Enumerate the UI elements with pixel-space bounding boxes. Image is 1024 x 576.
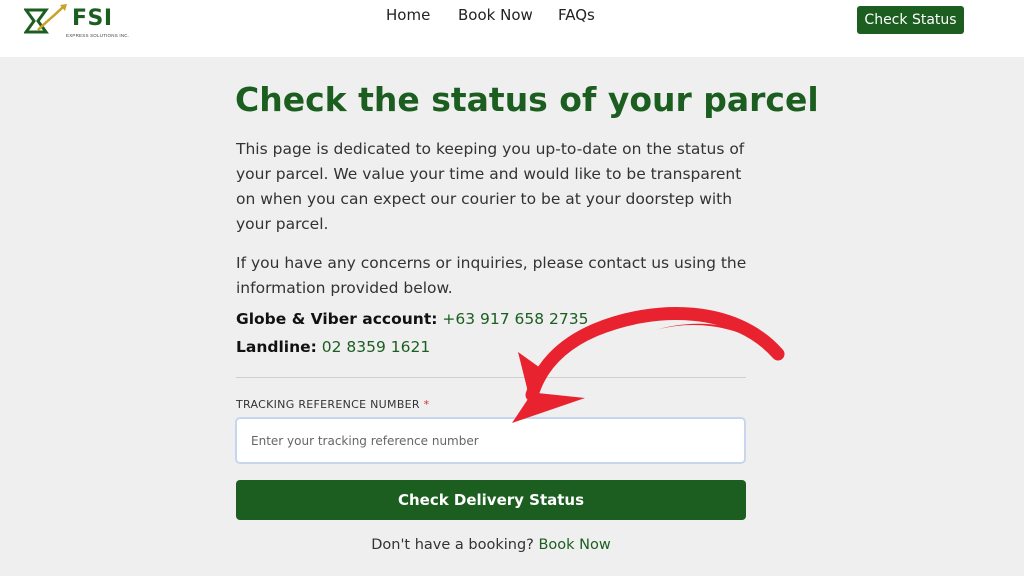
globe-contact: Globe & Viber account: +63 917 658 2735 xyxy=(236,310,589,328)
check-delivery-status-button[interactable]: Check Delivery Status xyxy=(236,480,746,520)
nav-home[interactable]: Home xyxy=(386,6,430,24)
nav-book-now[interactable]: Book Now xyxy=(458,6,533,24)
contact-intro: If you have any concerns or inquiries, p… xyxy=(236,254,747,297)
logo-subtext: EXPRESS SOLUTIONS INC. xyxy=(66,33,130,38)
site-header: FSI EXPRESS SOLUTIONS INC. Home Book Now… xyxy=(0,0,1024,57)
booking-prompt-text: Don't have a booking? xyxy=(371,537,534,553)
globe-label: Globe & Viber account: xyxy=(236,310,438,328)
main-nav: Home Book Now FAQs Check Status xyxy=(0,6,1024,34)
divider xyxy=(236,377,746,378)
page-title: Check the status of your parcel xyxy=(235,80,819,119)
landline-contact: Landline: 02 8359 1621 xyxy=(236,338,430,356)
globe-number-link[interactable]: +63 917 658 2735 xyxy=(442,310,588,328)
nav-faqs[interactable]: FAQs xyxy=(558,6,595,24)
landline-number-link[interactable]: 02 8359 1621 xyxy=(322,338,430,356)
check-status-button[interactable]: Check Status xyxy=(857,6,964,34)
required-mark: * xyxy=(423,398,430,411)
book-now-link[interactable]: Book Now xyxy=(538,537,610,553)
tracking-label-text: TRACKING REFERENCE NUMBER xyxy=(236,398,420,411)
intro-paragraph: This page is dedicated to keeping you up… xyxy=(236,140,745,233)
tracking-field-label: TRACKING REFERENCE NUMBER * xyxy=(236,398,429,411)
tracking-number-input[interactable] xyxy=(235,417,746,464)
booking-prompt: Don't have a booking? Book Now xyxy=(236,537,746,553)
landline-label: Landline: xyxy=(236,338,317,356)
